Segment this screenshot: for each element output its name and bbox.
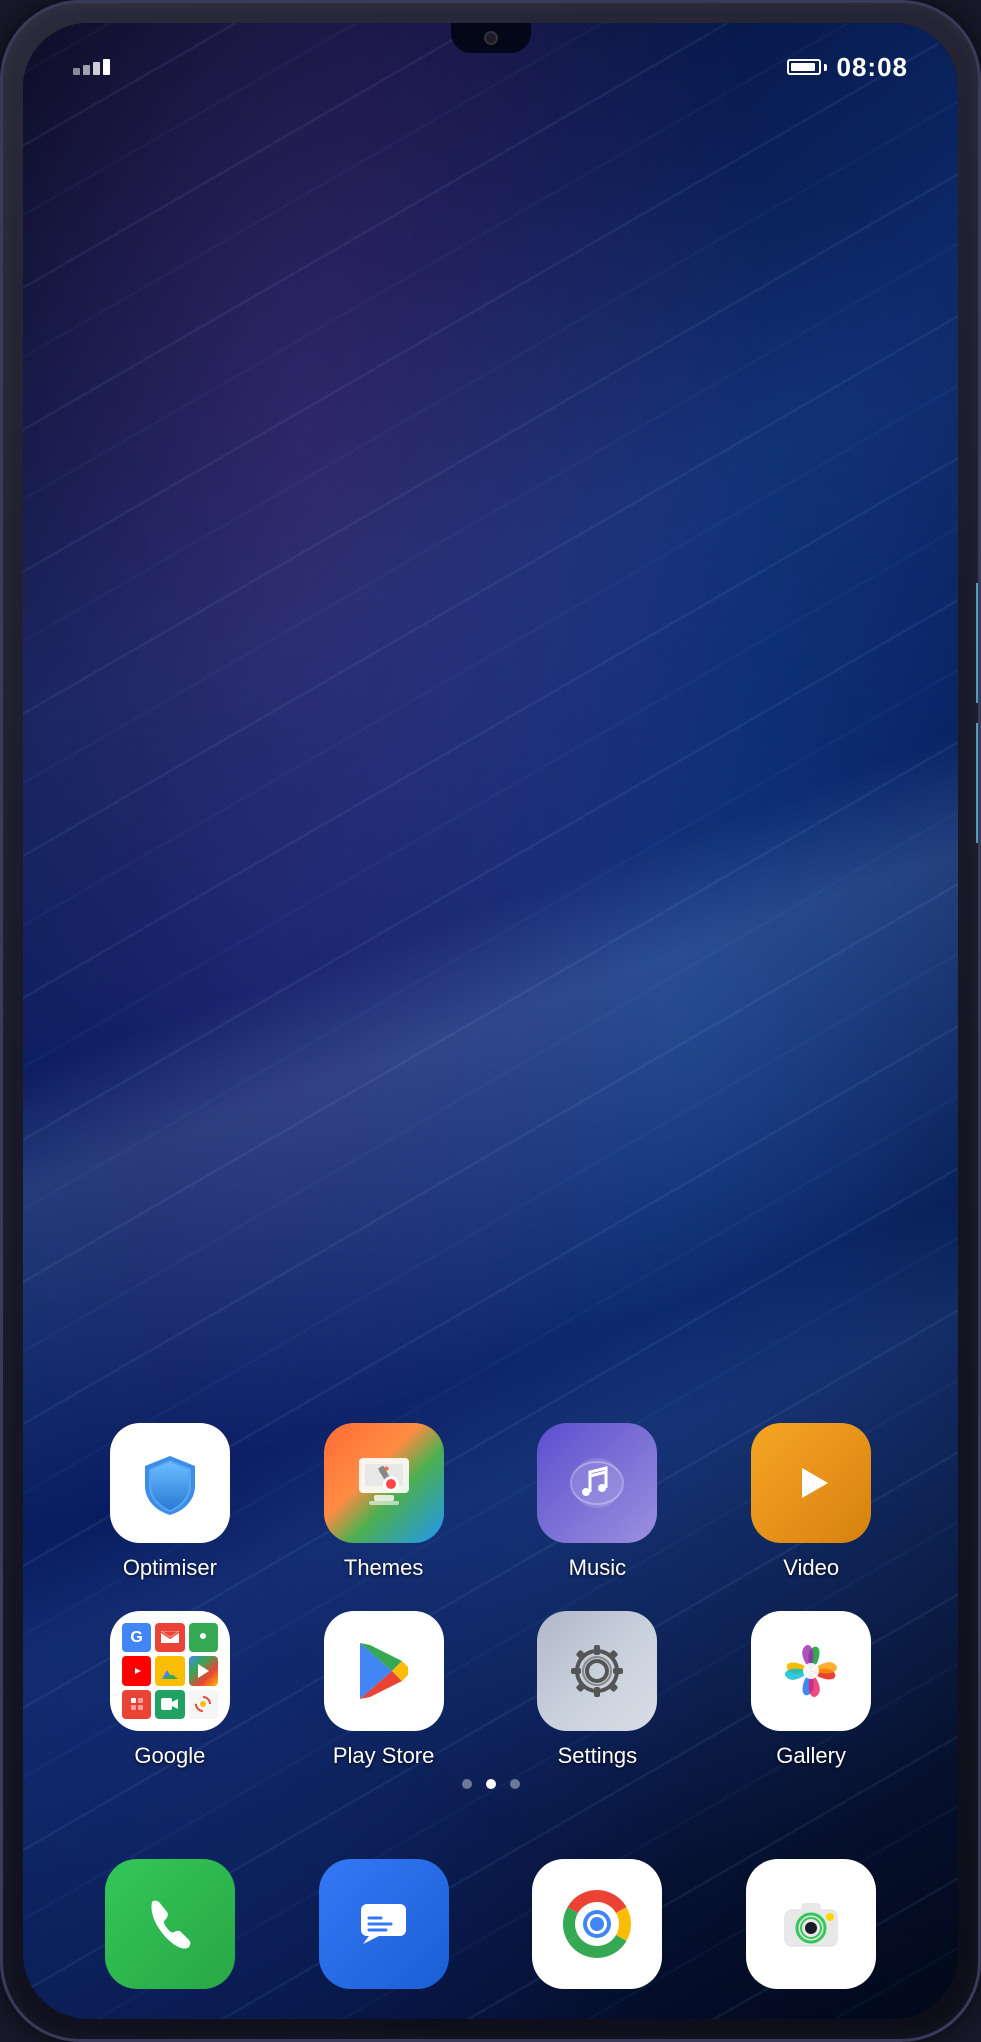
app-settings[interactable]: Settings — [517, 1611, 677, 1769]
signal-bar-1 — [73, 68, 80, 75]
google-label: Google — [134, 1743, 205, 1769]
gallery-label: Gallery — [776, 1743, 846, 1769]
volume-down-button[interactable] — [976, 723, 981, 843]
page-dot-2[interactable] — [510, 1779, 520, 1789]
signal-indicator — [73, 59, 110, 75]
dock — [23, 1859, 958, 1989]
settings-label: Settings — [558, 1743, 638, 1769]
phone-device: 08:08 — [0, 0, 981, 2042]
app-music[interactable]: Music — [517, 1423, 677, 1581]
app-row-2: G — [63, 1611, 918, 1769]
gallery-icon — [751, 1611, 871, 1731]
themes-label: Themes — [344, 1555, 423, 1581]
volume-up-button[interactable] — [976, 583, 981, 703]
battery-fill — [791, 63, 815, 71]
themes-icon — [324, 1423, 444, 1543]
clock: 08:08 — [837, 52, 909, 83]
g-maps — [189, 1623, 218, 1652]
dock-phone[interactable] — [105, 1859, 235, 1989]
battery-tip — [824, 64, 827, 71]
g-youtube — [122, 1656, 151, 1685]
g-meet — [155, 1690, 184, 1719]
g-drive — [155, 1656, 184, 1685]
dock-camera[interactable] — [746, 1859, 876, 1989]
playstore-icon — [324, 1611, 444, 1731]
battery-indicator — [787, 59, 827, 75]
app-optimiser[interactable]: Optimiser — [90, 1423, 250, 1581]
signal-bar-3 — [93, 62, 100, 75]
page-dots — [23, 1779, 958, 1789]
app-row-1: Optimiser — [63, 1423, 918, 1581]
app-grid: Optimiser — [23, 1423, 958, 1799]
google-icon: G — [110, 1611, 230, 1731]
camera-icon — [746, 1859, 876, 1989]
notch — [451, 23, 531, 53]
phone-icon — [105, 1859, 235, 1989]
optimiser-icon — [110, 1423, 230, 1543]
app-google[interactable]: G — [90, 1611, 250, 1769]
app-video[interactable]: Video — [731, 1423, 891, 1581]
video-label: Video — [783, 1555, 839, 1581]
app-gallery[interactable]: Gallery — [731, 1611, 891, 1769]
settings-icon — [537, 1611, 657, 1731]
phone-screen: 08:08 — [23, 23, 958, 2019]
google-grid: G — [110, 1611, 230, 1731]
g-play — [189, 1656, 218, 1685]
front-camera — [484, 31, 498, 45]
status-right: 08:08 — [787, 52, 909, 83]
battery-body — [787, 59, 821, 75]
g-more1 — [122, 1690, 151, 1719]
signal-bar-2 — [83, 65, 90, 75]
app-playstore[interactable]: Play Store — [304, 1611, 464, 1769]
chrome-icon — [532, 1859, 662, 1989]
page-dot-0[interactable] — [462, 1779, 472, 1789]
music-label: Music — [569, 1555, 626, 1581]
optimiser-label: Optimiser — [123, 1555, 217, 1581]
playstore-label: Play Store — [333, 1743, 435, 1769]
g-search: G — [122, 1623, 151, 1652]
dock-messages[interactable] — [319, 1859, 449, 1989]
g-photos — [189, 1690, 218, 1719]
video-icon — [751, 1423, 871, 1543]
g-gmail — [155, 1623, 184, 1652]
dock-chrome[interactable] — [532, 1859, 662, 1989]
app-themes[interactable]: Themes — [304, 1423, 464, 1581]
messages-icon — [319, 1859, 449, 1989]
page-dot-1[interactable] — [486, 1779, 496, 1789]
signal-bar-4 — [103, 59, 110, 75]
music-icon — [537, 1423, 657, 1543]
